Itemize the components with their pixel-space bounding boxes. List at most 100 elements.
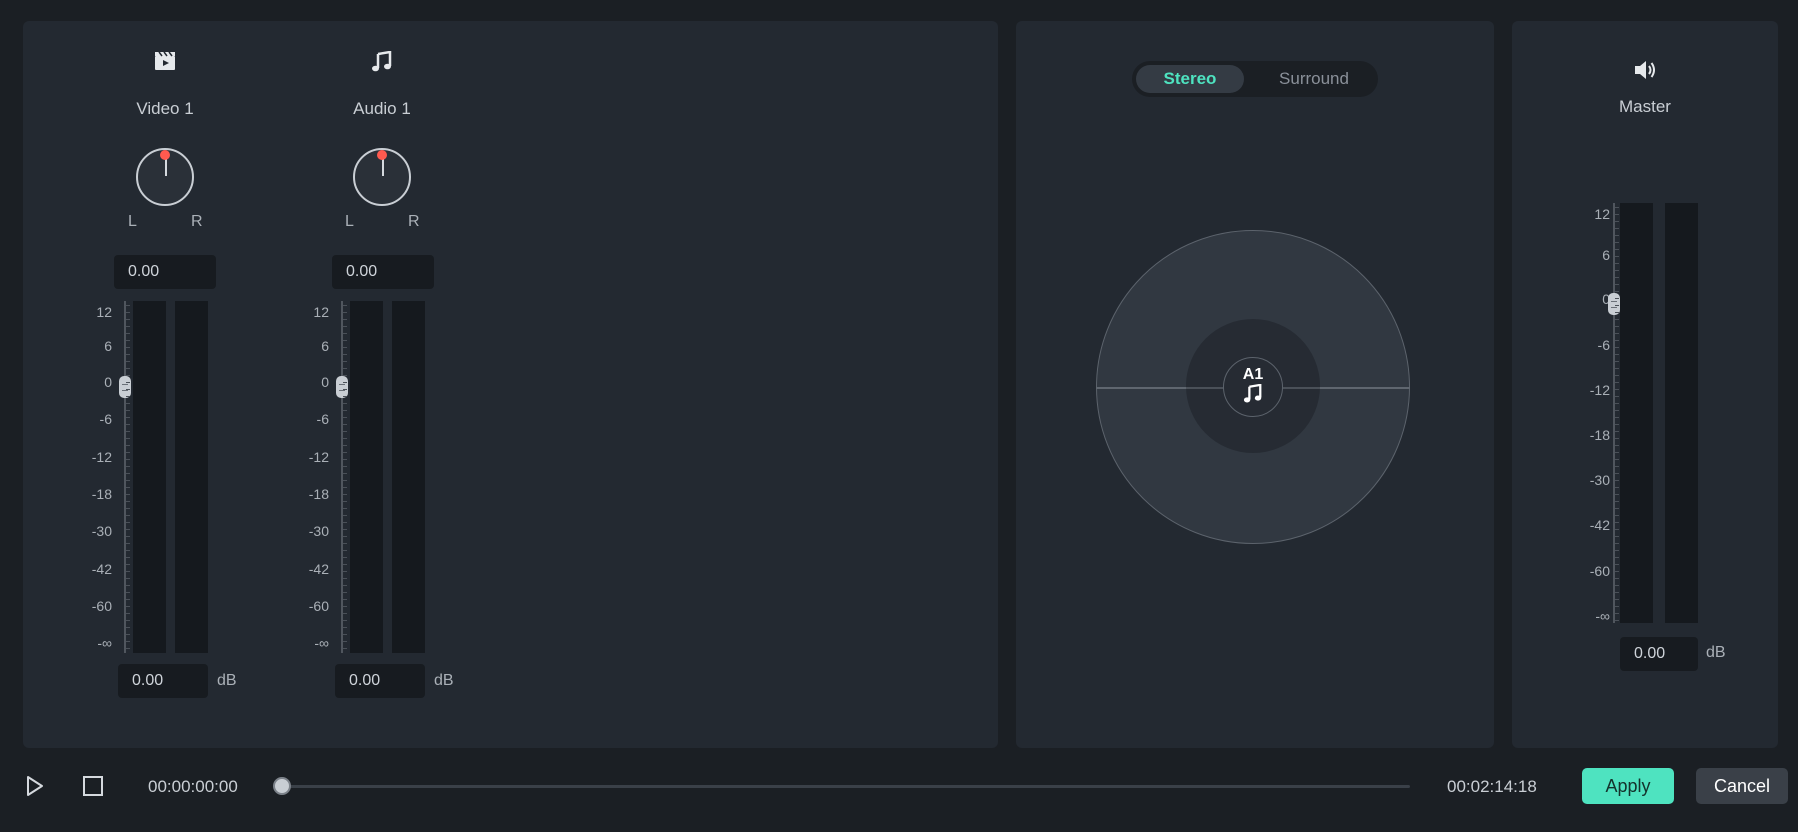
fader-tick	[1615, 333, 1619, 334]
fader-tick	[126, 438, 130, 439]
fader-tick	[126, 599, 130, 600]
fader-tick	[343, 410, 347, 411]
pan-mode-toggle: Stereo Surround	[1132, 61, 1378, 97]
fader-tick	[126, 501, 130, 502]
scale-label: -6	[316, 411, 329, 427]
pan-source-label: A1	[1242, 366, 1264, 383]
fader-tick	[1615, 620, 1619, 621]
fader-tick	[1615, 452, 1619, 453]
fader-tick	[343, 494, 347, 495]
fader-tick	[343, 319, 347, 320]
fader-tick	[343, 564, 347, 565]
track-name: Video 1	[136, 99, 194, 118]
fader-tick	[343, 459, 347, 460]
fader-tick	[343, 592, 347, 593]
scale-label: -18	[1589, 427, 1610, 443]
fader-tick	[1615, 270, 1619, 271]
scale-label: -30	[91, 523, 112, 539]
fader-tick	[126, 305, 130, 306]
fader-tick	[126, 550, 130, 551]
master-label: Master	[1619, 97, 1671, 116]
scale-label: -18	[308, 486, 329, 502]
fader-tick	[343, 620, 347, 621]
volume-value-field[interactable]: 0.00	[118, 664, 208, 698]
play-icon[interactable]	[25, 775, 45, 802]
track-name: Audio 1	[353, 99, 411, 118]
fader-tick	[1615, 403, 1619, 404]
fader-tick	[126, 340, 130, 341]
fader-tick	[126, 578, 130, 579]
pan-value-field[interactable]: 0.00	[332, 255, 434, 289]
fader-tick	[343, 326, 347, 327]
scale-label: -12	[91, 449, 112, 465]
pan-left-label: L	[345, 213, 354, 230]
timeline-scrubber[interactable]	[282, 785, 1410, 788]
scale-label: 12	[96, 304, 112, 320]
pan-knob[interactable]	[353, 148, 411, 206]
fader-tick	[343, 599, 347, 600]
scale-label: -60	[308, 598, 329, 614]
db-unit-label: dB	[434, 672, 454, 689]
fader-tick	[1615, 424, 1619, 425]
fader-tick	[126, 382, 130, 383]
fader-tick	[1615, 235, 1619, 236]
fader-tick	[1615, 599, 1619, 600]
scale-label: 6	[321, 338, 329, 354]
fader-tick	[1615, 550, 1619, 551]
pan-value-field[interactable]: 0.00	[114, 255, 216, 289]
fader-tick	[343, 396, 347, 397]
fader-tick	[1615, 515, 1619, 516]
scale-label: -42	[1589, 517, 1610, 533]
fader-tick	[126, 466, 130, 467]
scale-label: 0	[1602, 291, 1610, 307]
fader-tick	[343, 550, 347, 551]
pan-right-label: R	[191, 213, 203, 230]
volume-fader-handle[interactable]	[336, 376, 348, 398]
fader-tick	[1615, 375, 1619, 376]
music-note-icon	[1224, 383, 1282, 409]
fader-tick	[343, 515, 347, 516]
master-fader-track[interactable]	[1613, 203, 1615, 623]
fader-tick	[343, 557, 347, 558]
fader-tick	[1615, 592, 1619, 593]
apply-button[interactable]: Apply	[1582, 768, 1674, 804]
pan-source-a1[interactable]: A1	[1223, 357, 1283, 417]
fader-tick	[1615, 277, 1619, 278]
fader-tick	[126, 480, 130, 481]
fader-tick	[343, 361, 347, 362]
master-volume-field[interactable]: 0.00	[1620, 637, 1698, 671]
fader-tick	[126, 410, 130, 411]
fader-tick	[1615, 207, 1619, 208]
fader-tick	[126, 333, 130, 334]
fader-tick	[343, 375, 347, 376]
fader-tick	[126, 319, 130, 320]
fader-tick	[343, 501, 347, 502]
volume-fader-handle[interactable]	[119, 376, 131, 398]
fader-tick	[126, 347, 130, 348]
timeline-playhead[interactable]	[273, 777, 291, 795]
volume-value-field[interactable]: 0.00	[335, 664, 425, 698]
fader-tick	[343, 529, 347, 530]
music-note-icon	[367, 50, 397, 79]
fader-tick	[1615, 354, 1619, 355]
fader-tick	[126, 361, 130, 362]
fader-tick	[126, 620, 130, 621]
cancel-button[interactable]: Cancel	[1696, 768, 1788, 804]
fader-tick	[1615, 389, 1619, 390]
fader-tick	[343, 508, 347, 509]
fader-tick	[343, 522, 347, 523]
fader-tick	[126, 445, 130, 446]
fader-tick	[126, 634, 130, 635]
pan-left-label: L	[128, 213, 137, 230]
scale-label: -6	[99, 411, 112, 427]
tab-surround[interactable]: Surround	[1256, 65, 1372, 93]
pan-knob[interactable]	[136, 148, 194, 206]
fader-tick	[126, 312, 130, 313]
stop-icon[interactable]	[83, 776, 103, 801]
speaker-icon	[1630, 59, 1660, 87]
fader-tick	[1615, 340, 1619, 341]
fader-tick	[126, 452, 130, 453]
fader-tick	[343, 347, 347, 348]
fader-tick	[343, 480, 347, 481]
tab-stereo[interactable]: Stereo	[1136, 65, 1244, 93]
